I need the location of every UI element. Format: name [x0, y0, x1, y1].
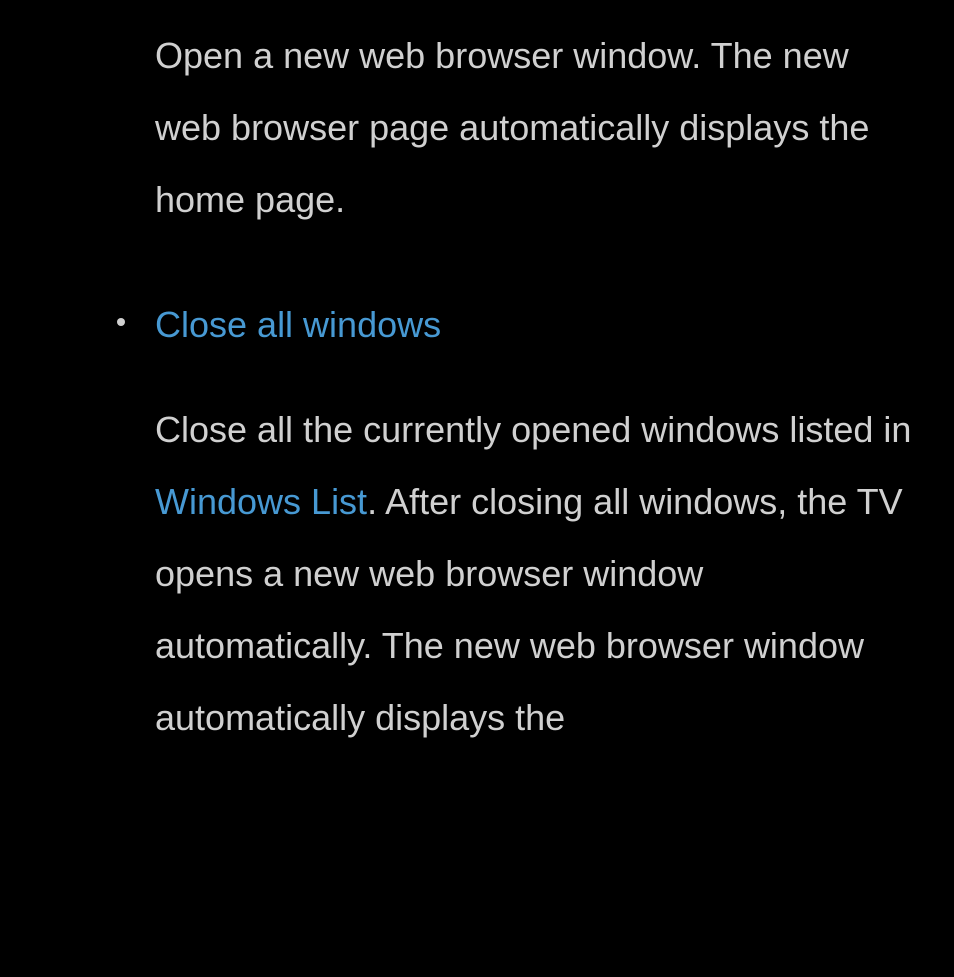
close-windows-description: Close all the currently opened windows l… — [155, 394, 914, 754]
section-close-all-windows: Close all windows Close all the currentl… — [155, 304, 914, 754]
document-content: Open a new web browser window. The new w… — [0, 20, 954, 754]
description-text: Open a new web browser window. The new w… — [155, 35, 869, 220]
section-open-window-description: Open a new web browser window. The new w… — [155, 20, 914, 236]
windows-list-link[interactable]: Windows List — [155, 481, 367, 522]
close-all-windows-heading[interactable]: Close all windows — [155, 304, 441, 346]
description-part1: Close all the currently opened windows l… — [155, 409, 911, 450]
bullet-icon — [117, 318, 125, 326]
